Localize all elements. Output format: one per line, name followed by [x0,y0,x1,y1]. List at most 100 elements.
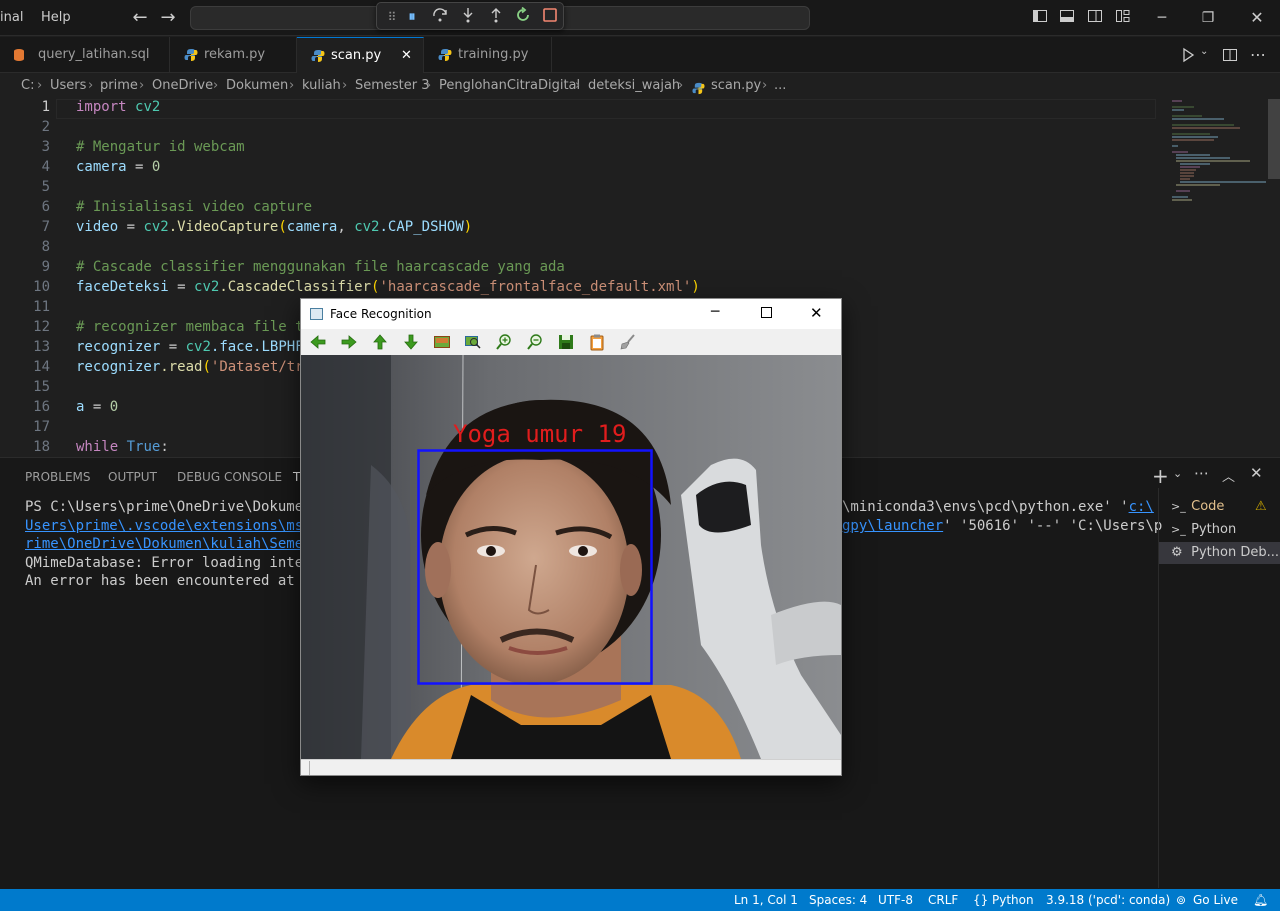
window-title-bar[interactable]: Face Recognition ─ ✕ [301,299,841,329]
line-number: 8 [41,239,50,255]
terminal-item-python-debug[interactable]: ⚙ Python Deb... [1159,542,1280,564]
title-bar: inal Help ← → ⠿ ⏸ ─ ❐ ✕ [0,0,1280,36]
cursor-position[interactable]: Ln 1, Col 1 [734,889,798,911]
run-dropdown-icon[interactable]: ⌄ [1200,46,1208,57]
menu-help[interactable]: Help [41,10,71,25]
python-interpreter[interactable]: 3.9.18 ('pcd': conda) [1046,889,1170,911]
chevron-right-icon: › [213,78,219,93]
close-icon[interactable]: ✕ [810,304,823,322]
minimize-icon[interactable]: ─ [711,304,719,320]
tab-label: training.py [458,47,529,62]
toggle-secondary-sidebar-icon[interactable] [1085,8,1105,28]
tab-output[interactable]: OUTPUT [108,470,157,484]
maximize-panel-icon[interactable]: ︿ [1222,466,1235,485]
more-actions-icon[interactable]: ⋯ [1194,464,1209,482]
breadcrumb-item[interactable]: ... [774,73,786,99]
tab-debug-console[interactable]: DEBUG CONSOLE [177,470,282,484]
line-number: 7 [41,219,50,235]
code-line: recognizer.read('Dataset/tra [76,359,313,375]
pan-up-icon[interactable] [371,333,389,351]
pan-right-icon[interactable] [340,333,358,351]
breadcrumb-item[interactable]: Users [50,73,86,99]
step-over-icon[interactable] [430,7,450,27]
breadcrumb-item[interactable]: Dokumen [226,73,288,99]
terminal-line: gpy\launcher' '50616' '--' 'C:\Users\p [842,518,1163,534]
restart-icon[interactable] [513,6,533,27]
line-number: 12 [33,319,50,335]
database-icon [12,37,26,77]
language-mode[interactable]: Python [992,889,1034,911]
copy-to-clipboard-icon[interactable] [588,333,606,351]
back-arrow-icon[interactable]: ← [130,8,150,28]
debug-gear-icon: ⚙ [1171,545,1183,560]
zoom-in-icon[interactable] [495,333,513,351]
tab-label: scan.py [331,48,382,63]
terminal-icon: >_ [1171,500,1186,513]
zoom-out-icon[interactable] [526,333,544,351]
pan-down-icon[interactable] [402,333,420,351]
add-terminal-icon[interactable]: + [1152,464,1169,488]
pan-left-icon[interactable] [309,333,327,351]
step-out-icon[interactable] [486,7,506,27]
camera-image: Yoga umur 19 [301,355,841,759]
indentation[interactable]: Spaces: 4 [809,889,867,911]
run-icon[interactable] [1180,47,1196,67]
breadcrumb-item[interactable]: OneDrive [152,73,213,99]
close-panel-icon[interactable]: ✕ [1250,464,1263,482]
zoom-region-icon[interactable] [464,333,482,351]
restore-icon[interactable]: ❐ [1198,8,1218,28]
step-into-icon[interactable] [458,7,478,27]
forward-arrow-icon[interactable]: → [158,8,178,28]
terminal-line: PS C:\Users\prime\OneDrive\Dokumen\k [25,499,329,515]
go-live-button[interactable]: Go Live [1193,889,1238,911]
chevron-down-icon[interactable]: ⌄ [1173,467,1182,480]
menu-terminal[interactable]: inal [0,10,23,25]
properties-brush-icon[interactable] [619,333,637,351]
terminal-item-python[interactable]: >_ Python [1159,519,1280,541]
tab-training[interactable]: training.py [424,37,552,73]
broadcast-icon: ⊚ [1176,893,1187,907]
minimize-icon[interactable]: ─ [1152,8,1172,28]
drag-handle-icon[interactable]: ⠿ [382,7,402,27]
python-file-icon [311,38,325,78]
split-editor-icon[interactable] [1222,47,1238,67]
close-tab-icon[interactable]: ✕ [401,38,412,74]
breadcrumb-item[interactable]: C: [21,73,34,99]
breadcrumb-item[interactable]: deteksi_wajah [588,73,680,99]
toggle-panel-icon[interactable] [1057,8,1077,28]
editor-scrollbar[interactable] [1268,99,1280,179]
more-actions-icon[interactable]: ⋯ [1250,45,1266,64]
chevron-right-icon: › [426,78,432,93]
terminal-item-code[interactable]: >_ Code ⚠ [1159,496,1280,518]
zoom-fit-image-icon[interactable] [433,333,451,351]
breadcrumb-item[interactable]: kuliah [302,73,341,99]
terminal-line: An error has been encountered at lin [25,573,329,589]
close-icon[interactable]: ✕ [1247,8,1267,28]
notifications-bell-icon[interactable]: 🔔︎ [1253,889,1268,911]
code-line: camera = 0 [76,159,161,175]
tab-query-latihan[interactable]: query_latihan.sql [0,37,170,73]
tab-problems[interactable]: PROBLEMS [25,470,91,484]
breadcrumb-item[interactable]: PenglohanCitraDigital [439,73,580,99]
code-line: faceDeteksi = cv2.CascadeClassifier('haa… [76,279,700,295]
encoding[interactable]: UTF-8 [878,889,913,911]
webcam-frame: Yoga umur 19 [301,355,841,759]
maximize-icon[interactable] [761,307,772,318]
tab-rekam[interactable]: rekam.py [170,37,297,73]
customize-layout-icon[interactable] [1113,8,1133,28]
breadcrumb-item[interactable]: scan.py [711,73,761,99]
breadcrumb-item[interactable]: Semester 3 [355,73,430,99]
chevron-right-icon: › [678,78,684,93]
pause-icon[interactable]: ⏸ [402,7,422,27]
status-bar: Ln 1, Col 1 Spaces: 4 UTF-8 CRLF {} Pyth… [0,889,1280,911]
line-ending[interactable]: CRLF [928,889,958,911]
save-image-icon[interactable] [557,333,575,351]
window-toolbar [301,329,841,355]
chevron-right-icon: › [289,78,295,93]
minimap[interactable] [1170,99,1270,209]
tab-scan[interactable]: scan.py ✕ [297,37,424,73]
stop-icon[interactable] [540,7,560,27]
breadcrumb-item[interactable]: prime [100,73,138,99]
toggle-sidebar-icon[interactable] [1030,8,1050,28]
code-line: import cv2 [76,99,161,115]
